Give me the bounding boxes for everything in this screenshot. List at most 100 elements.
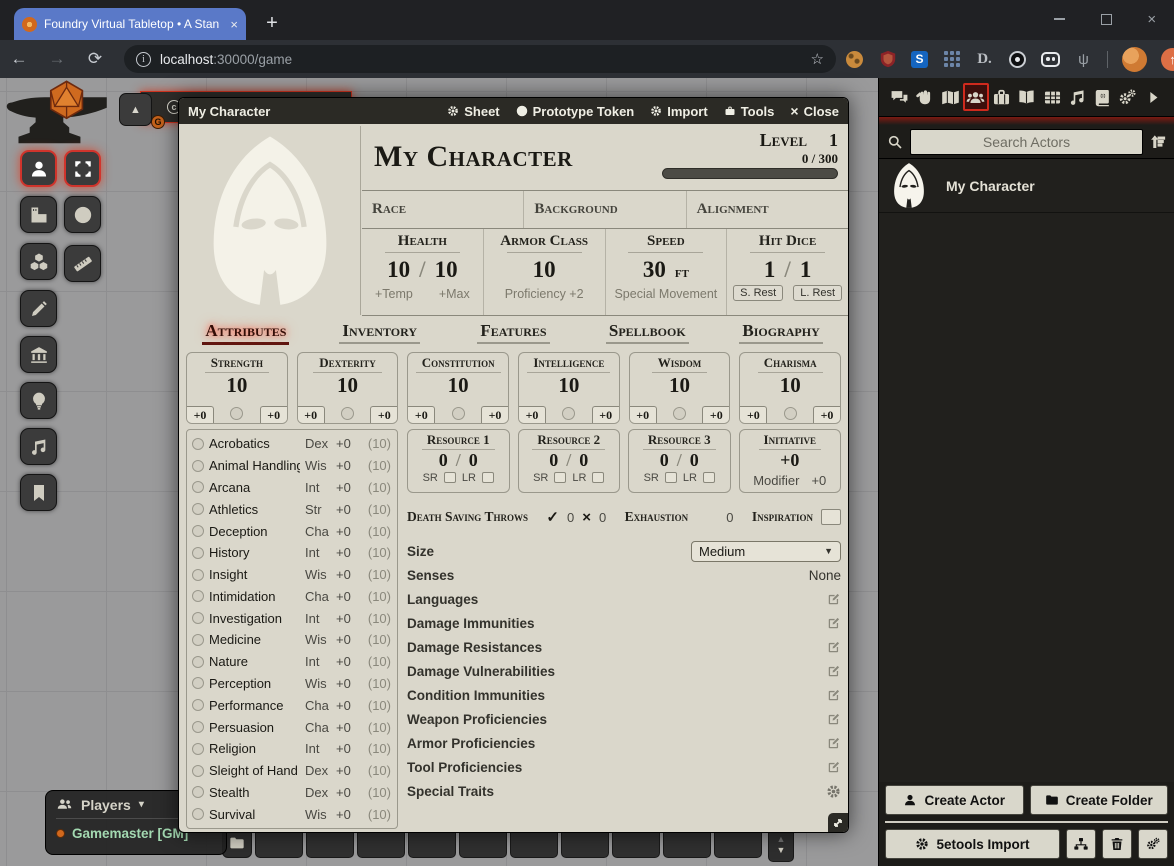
inspiration-checkbox[interactable] [821, 509, 841, 525]
ability-save-mod[interactable]: +0 [187, 406, 214, 423]
search-actors-input[interactable] [910, 129, 1143, 155]
hp-temp-label[interactable]: +Temp [375, 287, 413, 301]
ability-name[interactable]: Dexterity [313, 355, 381, 373]
actor-list-item[interactable]: My Character [879, 159, 1174, 213]
ac-value[interactable]: 10 [533, 257, 556, 283]
skill-row[interactable]: Arcana Int +0 (10) [192, 477, 391, 499]
death-success-count[interactable]: 0 [567, 510, 574, 525]
initiative-modifier[interactable]: +0 [811, 473, 826, 488]
gear-icon[interactable] [826, 784, 841, 799]
resource-max[interactable]: 0 [469, 450, 478, 471]
bookmark-star-icon[interactable]: ☆ [811, 50, 824, 68]
skill-name[interactable]: Acrobatics [209, 436, 300, 451]
skill-proficiency-toggle[interactable] [192, 743, 204, 755]
skill-name[interactable]: Sleight of Hand [209, 763, 300, 778]
skill-proficiency-toggle[interactable] [192, 525, 204, 537]
short-rest-checkbox[interactable] [444, 472, 456, 483]
sidebar-tab-tables[interactable] [1039, 83, 1064, 111]
tools-button[interactable]: Tools [724, 104, 775, 119]
hp-current[interactable]: 10 [387, 257, 410, 283]
fork-extension-icon[interactable]: ψ [1074, 50, 1093, 69]
skill-row[interactable]: Medicine Wis +0 (10) [192, 629, 391, 651]
close-window-icon[interactable]: × [1147, 11, 1156, 28]
edit-icon[interactable] [827, 664, 841, 678]
resource-label[interactable]: Resource 2 [532, 432, 605, 450]
skill-row[interactable]: Survival Wis +0 (10) [192, 803, 391, 825]
tab-attributes[interactable]: Attributes [179, 321, 313, 349]
skill-row[interactable]: Athletics Str +0 (10) [192, 498, 391, 520]
skill-name[interactable]: Religion [209, 741, 300, 756]
window-resize-handle[interactable] [828, 813, 848, 832]
5etools-import-button[interactable]: 5etools Import [885, 829, 1060, 859]
death-success-icon[interactable]: ✓ [546, 508, 559, 526]
skill-proficiency-toggle[interactable] [192, 634, 204, 646]
ability-proficiency-toggle[interactable] [341, 407, 354, 420]
ability-score[interactable]: 10 [669, 373, 690, 398]
edit-icon[interactable] [827, 592, 841, 606]
ability-name[interactable]: Intelligence [527, 355, 610, 373]
skill-row[interactable]: Investigation Int +0 (10) [192, 607, 391, 629]
macro-page-buttons[interactable]: ▲ ▼ [768, 828, 794, 862]
long-rest-button[interactable]: L. Rest [793, 285, 842, 301]
skill-name[interactable]: Nature [209, 654, 300, 669]
ability-check-mod[interactable]: +0 [370, 406, 397, 423]
skill-name[interactable]: Medicine [209, 632, 300, 647]
tiles-tool-button[interactable] [20, 243, 57, 280]
skill-row[interactable]: Nature Int +0 (10) [192, 651, 391, 673]
skill-name[interactable]: Investigation [209, 611, 300, 626]
ability-proficiency-toggle[interactable] [673, 407, 686, 420]
background-field[interactable]: Background [523, 191, 685, 228]
import-button[interactable]: Import [650, 104, 707, 119]
skill-name[interactable]: Deception [209, 524, 300, 539]
skill-row[interactable]: Persuasion Cha +0 (10) [192, 716, 391, 738]
skill-name[interactable]: Performance [209, 698, 300, 713]
skill-proficiency-toggle[interactable] [192, 438, 204, 450]
speed-value[interactable]: 30 [643, 257, 666, 283]
select-tool-button[interactable] [64, 150, 101, 187]
skill-proficiency-toggle[interactable] [192, 721, 204, 733]
nav-collapse-button[interactable]: ▲ [119, 93, 152, 126]
ability-check-mod[interactable]: +0 [813, 406, 840, 423]
skill-row[interactable]: History Int +0 (10) [192, 542, 391, 564]
site-info-icon[interactable]: i [136, 52, 151, 67]
skill-row[interactable]: Stealth Dex +0 (10) [192, 782, 391, 804]
skill-row[interactable]: Intimidation Cha +0 (10) [192, 585, 391, 607]
edit-icon[interactable] [827, 616, 841, 630]
ability-score[interactable]: 10 [337, 373, 358, 398]
template-tool-button[interactable] [64, 196, 101, 233]
ruler-tool-button[interactable] [64, 245, 101, 282]
skill-name[interactable]: Athletics [209, 502, 300, 517]
ability-score[interactable]: 10 [558, 373, 579, 398]
ability-name[interactable]: Constitution [416, 355, 501, 373]
sidebar-tab-combat[interactable] [912, 83, 937, 111]
skill-proficiency-toggle[interactable] [192, 656, 204, 668]
sort-icon[interactable] [1150, 134, 1166, 150]
skill-proficiency-toggle[interactable] [192, 765, 204, 777]
skill-proficiency-toggle[interactable] [192, 808, 204, 820]
skill-row[interactable]: Performance Cha +0 (10) [192, 694, 391, 716]
close-sheet-button[interactable]: × Close [790, 103, 839, 119]
initiative-value[interactable]: +0 [780, 450, 799, 471]
sounds-tool-button[interactable] [20, 428, 57, 465]
configure-button[interactable] [1138, 829, 1168, 859]
resource-label[interactable]: Resource 1 [422, 432, 495, 450]
edit-icon[interactable] [827, 640, 841, 654]
skill-name[interactable]: Arcana [209, 480, 300, 495]
ability-proficiency-toggle[interactable] [452, 407, 465, 420]
robot-extension-icon[interactable] [1041, 50, 1060, 69]
hit-dice-current[interactable]: 1 [764, 257, 776, 283]
character-portrait[interactable] [179, 126, 361, 315]
delete-button[interactable] [1102, 829, 1132, 859]
sidebar-tab-scenes[interactable] [938, 83, 963, 111]
tab-biography[interactable]: Biography [714, 321, 848, 349]
ability-check-mod[interactable]: +0 [702, 406, 729, 423]
edit-icon[interactable] [827, 760, 841, 774]
sidebar-tab-chat[interactable] [887, 83, 912, 111]
ability-proficiency-toggle[interactable] [784, 407, 797, 420]
resource-value[interactable]: 0 [439, 450, 448, 471]
skill-proficiency-toggle[interactable] [192, 460, 204, 472]
level-value[interactable]: 1 [829, 130, 838, 151]
skill-name[interactable]: Intimidation [209, 589, 300, 604]
sidebar-collapse-button[interactable] [1141, 83, 1166, 111]
short-rest-checkbox[interactable] [554, 472, 566, 483]
